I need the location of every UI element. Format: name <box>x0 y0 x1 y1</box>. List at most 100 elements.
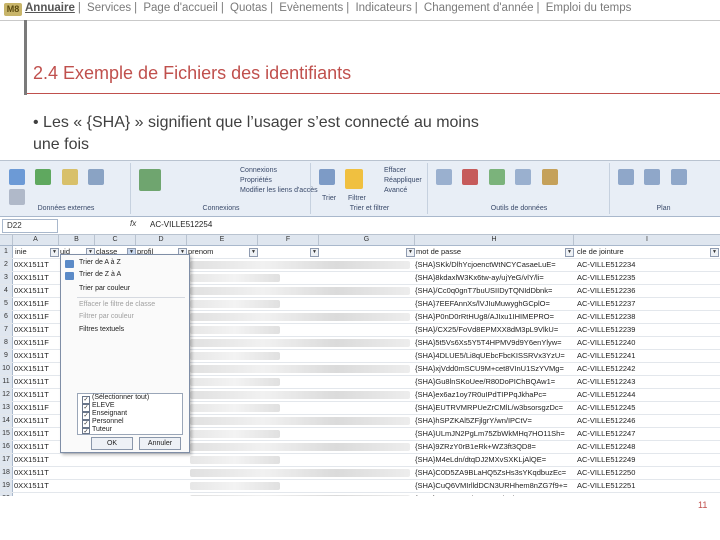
cell-password[interactable]: {SHA}Gu8lnSKoUee/R80DoPIChBQAw1= <box>415 376 573 388</box>
cell-password[interactable]: {SHA}/Cc0q0gnT7buUSIIDyTQNIdDbnk= <box>415 285 573 297</box>
row-number[interactable]: 19 <box>0 480 13 492</box>
menu-item-text-filters[interactable]: Filtres textuels <box>79 326 124 333</box>
header-cell[interactable]: prenom <box>188 246 213 258</box>
cell-password[interactable]: {SHA}/CX25/FoVd8EPMXX8dM3pL9VlkU= <box>415 324 573 336</box>
column-header[interactable]: H <box>415 235 574 245</box>
nav-item-indicateurs[interactable]: Indicateurs <box>355 2 411 14</box>
row-number[interactable]: 20 <box>0 493 13 496</box>
nav-item-page-accueil[interactable]: Page d'accueil <box>143 2 217 14</box>
avance-item[interactable]: Avancé <box>384 187 407 194</box>
subtotal-icon[interactable] <box>670 169 687 185</box>
row-number[interactable]: 13 <box>0 402 13 414</box>
cancel-button[interactable]: Annuler <box>139 437 181 450</box>
cell-join-key[interactable]: AC-VILLE512244 <box>577 389 707 401</box>
checkbox-eleve[interactable]: ✓ <box>82 404 90 412</box>
remove-duplicates-icon[interactable] <box>462 169 479 185</box>
text-to-columns-icon[interactable] <box>436 169 452 185</box>
column-header[interactable]: D <box>136 235 187 245</box>
checkbox-personnel[interactable]: ✓ <box>82 420 90 428</box>
modifier-liens-item[interactable]: Modifier les liens d'accès <box>240 187 318 194</box>
row-number[interactable]: 8 <box>0 337 13 349</box>
nav-item-changement-annee[interactable]: Changement d'année <box>424 2 534 14</box>
cell-password[interactable]: {SHA}hSPZKAl5ZFjlgrY/wn/IPCtV= <box>415 415 573 427</box>
row-number[interactable]: 1 <box>0 246 13 258</box>
fx-icon[interactable]: fx <box>130 219 136 228</box>
cell-join-key[interactable]: AC-VILLE512241 <box>577 350 707 362</box>
column-header[interactable]: I <box>574 235 720 245</box>
cell-join-key[interactable]: AC-VILLE512252 <box>577 493 707 496</box>
sort-az-icon[interactable] <box>319 169 335 185</box>
column-header[interactable]: E <box>187 235 258 245</box>
menu-item-filter-by-color[interactable]: Filtrer par couleur <box>79 313 134 320</box>
cell-password[interactable]: {SHA}9ZRzY0rB1eRk+WZ3ft3QD8= <box>415 441 573 453</box>
cell-password[interactable]: {SHA}xjVdd0mSCU9M+cet8VInU1SzYVMg= <box>415 363 573 375</box>
header-cell[interactable]: cle de jointure <box>577 246 624 258</box>
cell-join-key[interactable]: AC-VILLE512251 <box>577 480 707 492</box>
row-number[interactable]: 10 <box>0 363 13 375</box>
cell-password[interactable]: {SHA}M4eLdn/dtqDJ2MXvSXKLjAlQE= <box>415 454 573 466</box>
column-header[interactable]: G <box>319 235 415 245</box>
row-number[interactable]: 12 <box>0 389 13 401</box>
cell-rne[interactable]: 0XX1511T <box>14 493 74 496</box>
cell-join-key[interactable]: AC-VILLE512248 <box>577 441 707 453</box>
cell-password[interactable]: {SHA}C0D5ZA9BLaHQ5ZsHs3sYKqdbuzEc= <box>415 467 573 479</box>
filter-dropdown-icon[interactable]: ▼ <box>310 248 319 257</box>
checkbox-tuteur[interactable]: ✓ <box>82 428 90 435</box>
row-number[interactable]: 2 <box>0 259 13 271</box>
cell-join-key[interactable]: AC-VILLE512234 <box>577 259 707 271</box>
row-number[interactable]: 7 <box>0 324 13 336</box>
nav-item-quotas[interactable]: Quotas <box>230 2 267 14</box>
proprietes-item[interactable]: Propriétés <box>240 177 272 184</box>
menu-item-sort-az[interactable]: Trier de A à Z <box>79 259 121 266</box>
row-number[interactable]: 5 <box>0 298 13 310</box>
column-header[interactable]: C <box>95 235 136 245</box>
cell-join-key[interactable]: AC-VILLE512246 <box>577 415 707 427</box>
row-number[interactable]: 4 <box>0 285 13 297</box>
menu-item-clear-filter[interactable]: Effacer le filtre de classe <box>79 301 155 308</box>
row-number[interactable]: 16 <box>0 441 13 453</box>
cell-password[interactable]: {SHA}ex6az1oy7R0uIPdTIPPqJkhaPc= <box>415 389 573 401</box>
ungroup-icon[interactable] <box>644 169 661 185</box>
row-number[interactable]: 11 <box>0 376 13 388</box>
cell-join-key[interactable]: AC-VILLE512239 <box>577 324 707 336</box>
consolidate-icon[interactable] <box>515 169 532 185</box>
row-number[interactable]: 15 <box>0 428 13 440</box>
cell-join-key[interactable]: AC-VILLE512245 <box>577 402 707 414</box>
data-validation-icon[interactable] <box>488 169 505 185</box>
cell-rne[interactable]: 0XX1511T <box>14 454 74 466</box>
menu-item-sort-by-color[interactable]: Trier par couleur <box>79 285 130 292</box>
connexions-item[interactable]: Connexions <box>240 167 277 174</box>
reappliquer-item[interactable]: Réappliquer <box>384 177 422 184</box>
from-text-icon[interactable] <box>61 169 78 185</box>
cell-rne[interactable]: 0XX1511T <box>14 480 74 492</box>
row-number[interactable]: 9 <box>0 350 13 362</box>
cell-join-key[interactable]: AC-VILLE512243 <box>577 376 707 388</box>
trier-button[interactable]: Trier <box>322 195 336 202</box>
from-access-icon[interactable] <box>9 169 25 185</box>
row-number[interactable]: 18 <box>0 467 13 479</box>
row-number[interactable]: 3 <box>0 272 13 284</box>
cell-password[interactable]: {SHA}BLs2C9N2hrZtGMClo1lQ= <box>415 493 573 496</box>
cell-join-key[interactable]: AC-VILLE512250 <box>577 467 707 479</box>
select-all-corner[interactable] <box>0 235 13 245</box>
cell-password[interactable]: {SHA}7EEFAnnXs/lVJIuMuwyghGCplO= <box>415 298 573 310</box>
group-icon[interactable] <box>618 169 634 185</box>
column-header[interactable]: B <box>59 235 95 245</box>
filtrer-button[interactable]: Filtrer <box>348 195 366 202</box>
column-header[interactable]: F <box>258 235 319 245</box>
column-header[interactable]: A <box>13 235 59 245</box>
cell-password[interactable]: {SHA}ULmJN2PgLm75ZbWkMHq7HO11Sh= <box>415 428 573 440</box>
checkbox-enseignant[interactable]: ✓ <box>82 412 90 420</box>
row-number[interactable]: 14 <box>0 415 13 427</box>
cell-password[interactable]: {SHA}8kdaxlW3Kx6tw-ay/ujYeG/vlY/li= <box>415 272 573 284</box>
filter-dropdown-icon[interactable]: ▼ <box>406 248 415 257</box>
menu-item-sort-za[interactable]: Trier de Z à A <box>79 271 121 278</box>
cell-join-key[interactable]: AC-VILLE512242 <box>577 363 707 375</box>
cell-join-key[interactable]: AC-VILLE512236 <box>577 285 707 297</box>
filter-funnel-icon[interactable] <box>345 169 364 189</box>
filter-dropdown-icon[interactable]: ▼ <box>249 248 258 257</box>
effacer-item[interactable]: Effacer <box>384 167 406 174</box>
cell-join-key[interactable]: AC-VILLE512240 <box>577 337 707 349</box>
checkbox-select-all[interactable]: ✓ <box>82 396 90 404</box>
cell-rne[interactable]: 0XX1511T <box>14 467 74 479</box>
